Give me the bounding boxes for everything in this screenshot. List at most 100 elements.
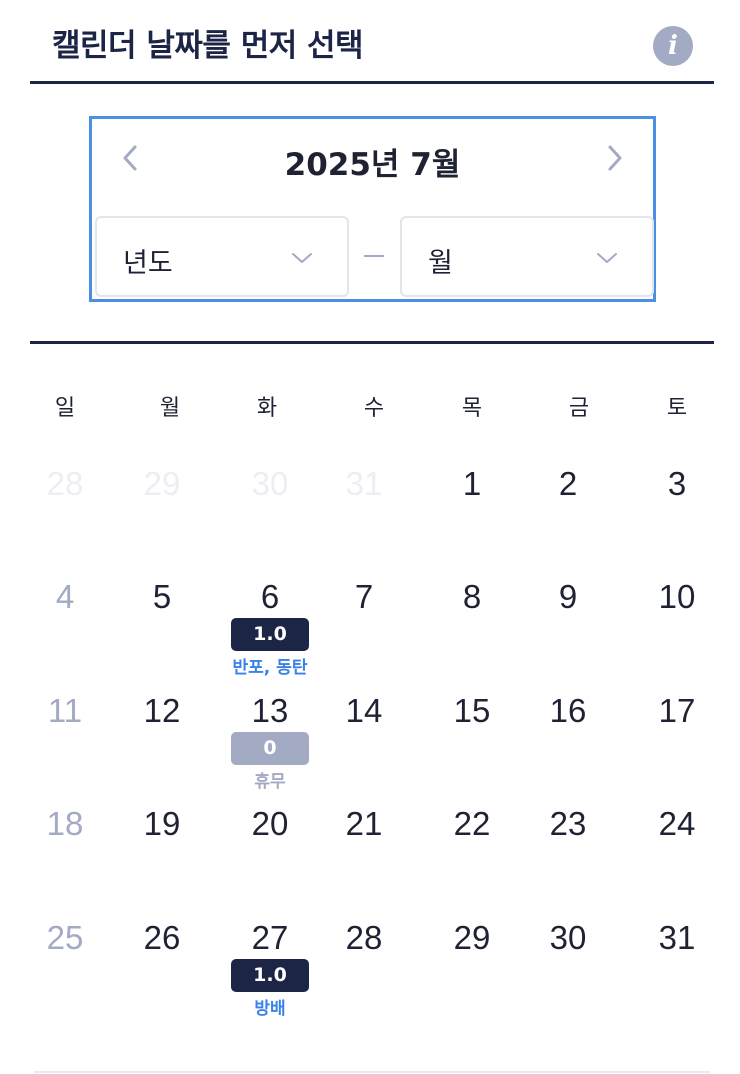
day-number: 29 [143,465,181,502]
weekday-thu: 목 [461,396,483,421]
calendar-day[interactable]: 8 [422,577,522,687]
calendar-day[interactable]: 17 [627,691,727,801]
day-number: 25 [46,919,84,956]
month-select[interactable]: 월 [400,216,654,297]
calendar-day[interactable]: 14 [314,691,414,801]
day-number: 26 [143,919,181,956]
calendar-day[interactable]: 1 [422,464,522,574]
calendar-day[interactable]: 28 [15,464,115,574]
calendar-day[interactable]: 25 [15,918,115,1028]
calendar-day[interactable]: 31 [314,464,414,574]
day-number: 8 [462,578,482,615]
day-number: 27 [251,919,289,956]
weekday-mon: 월 [159,396,181,421]
calendar-day[interactable]: 5 [112,577,212,687]
calendar-day[interactable]: 27 1.0 방배 [220,918,320,1028]
calendar-day[interactable]: 7 [314,577,414,687]
day-number: 1 [462,465,482,502]
chevron-down-icon [597,253,617,263]
day-number: 6 [260,578,280,615]
day-number: 30 [251,465,289,502]
weekday-sat: 토 [666,396,688,421]
day-number: 19 [143,805,181,842]
section-divider [30,341,714,344]
calendar-day[interactable]: 19 [112,804,212,914]
current-month-label: 2025년 7월 [284,147,461,183]
day-number: 4 [55,578,75,615]
page-header: 캘린더 날짜를 먼저 선택 i [30,0,714,84]
calendar-day[interactable]: 29 [422,918,522,1028]
weekday-tue: 화 [256,396,278,421]
day-number: 29 [453,919,491,956]
day-number: 16 [549,692,587,729]
day-note: 방배 [254,999,286,1019]
calendar-day[interactable]: 30 [220,464,320,574]
day-number: 30 [549,919,587,956]
day-number: 21 [345,805,383,842]
calendar-day[interactable]: 4 [15,577,115,687]
calendar-day[interactable]: 3 [627,464,727,574]
day-number: 24 [658,805,696,842]
calendar-day[interactable]: 31 [627,918,727,1028]
day-number: 7 [354,578,374,615]
day-number: 13 [251,692,289,729]
weekday-header-row: 일 월 화 수 목 금 토 [0,390,740,422]
day-count-badge: 1.0 [231,618,309,651]
chevron-down-icon [292,253,312,263]
info-icon[interactable]: i [653,26,693,66]
calendar-day[interactable]: 9 [518,577,618,687]
select-separator [364,255,384,257]
calendar-day[interactable]: 24 [627,804,727,914]
calendar-day[interactable]: 29 [112,464,212,574]
next-month-button[interactable] [595,137,635,181]
calendar-day[interactable]: 20 [220,804,320,914]
day-number: 23 [549,805,587,842]
calendar-day[interactable]: 12 [112,691,212,801]
calendar-day[interactable]: 13 0 휴무 [220,691,320,801]
calendar-day[interactable]: 11 [15,691,115,801]
calendar-day[interactable]: 26 [112,918,212,1028]
calendar-day[interactable]: 21 [314,804,414,914]
day-number: 2 [558,465,578,502]
calendar-day[interactable]: 6 1.0 반포, 동탄 [220,577,320,687]
day-number: 3 [667,465,687,502]
day-count-badge: 1.0 [231,959,309,992]
day-number: 11 [47,692,83,729]
day-number: 20 [251,805,289,842]
calendar-day[interactable]: 22 [422,804,522,914]
weekday-sun: 일 [54,396,76,421]
chevron-right-icon [608,145,622,171]
day-number: 5 [152,578,172,615]
calendar-day[interactable]: 15 [422,691,522,801]
weekday-wed: 수 [363,396,385,421]
day-count-badge: 0 [231,732,309,765]
weekday-fri: 금 [568,396,590,421]
day-number: 18 [46,805,84,842]
calendar-day[interactable]: 23 [518,804,618,914]
calendar-day[interactable]: 2 [518,464,618,574]
day-note: 반포, 동탄 [232,658,308,678]
day-note: 휴무 [254,772,286,792]
month-select-value: 월 [428,248,453,279]
month-picker: 2025년 7월 년도 월 [89,116,656,302]
calendar-day[interactable]: 18 [15,804,115,914]
calendar-day[interactable]: 28 [314,918,414,1028]
year-select[interactable]: 년도 [95,216,349,297]
day-number: 22 [453,805,491,842]
calendar-day[interactable]: 10 [627,577,727,687]
page-title: 캘린더 날짜를 먼저 선택 [52,28,364,64]
calendar-day[interactable]: 30 [518,918,618,1028]
day-number: 17 [658,692,696,729]
day-number: 31 [658,919,696,956]
day-number: 28 [345,919,383,956]
calendar-day[interactable]: 16 [518,691,618,801]
day-number: 12 [143,692,181,729]
day-number: 10 [658,578,696,615]
day-number: 28 [46,465,84,502]
day-number: 15 [453,692,491,729]
day-number: 31 [345,465,383,502]
bottom-divider [34,1071,710,1073]
day-number: 14 [345,692,383,729]
day-number: 9 [558,578,578,615]
year-select-value: 년도 [123,248,173,279]
